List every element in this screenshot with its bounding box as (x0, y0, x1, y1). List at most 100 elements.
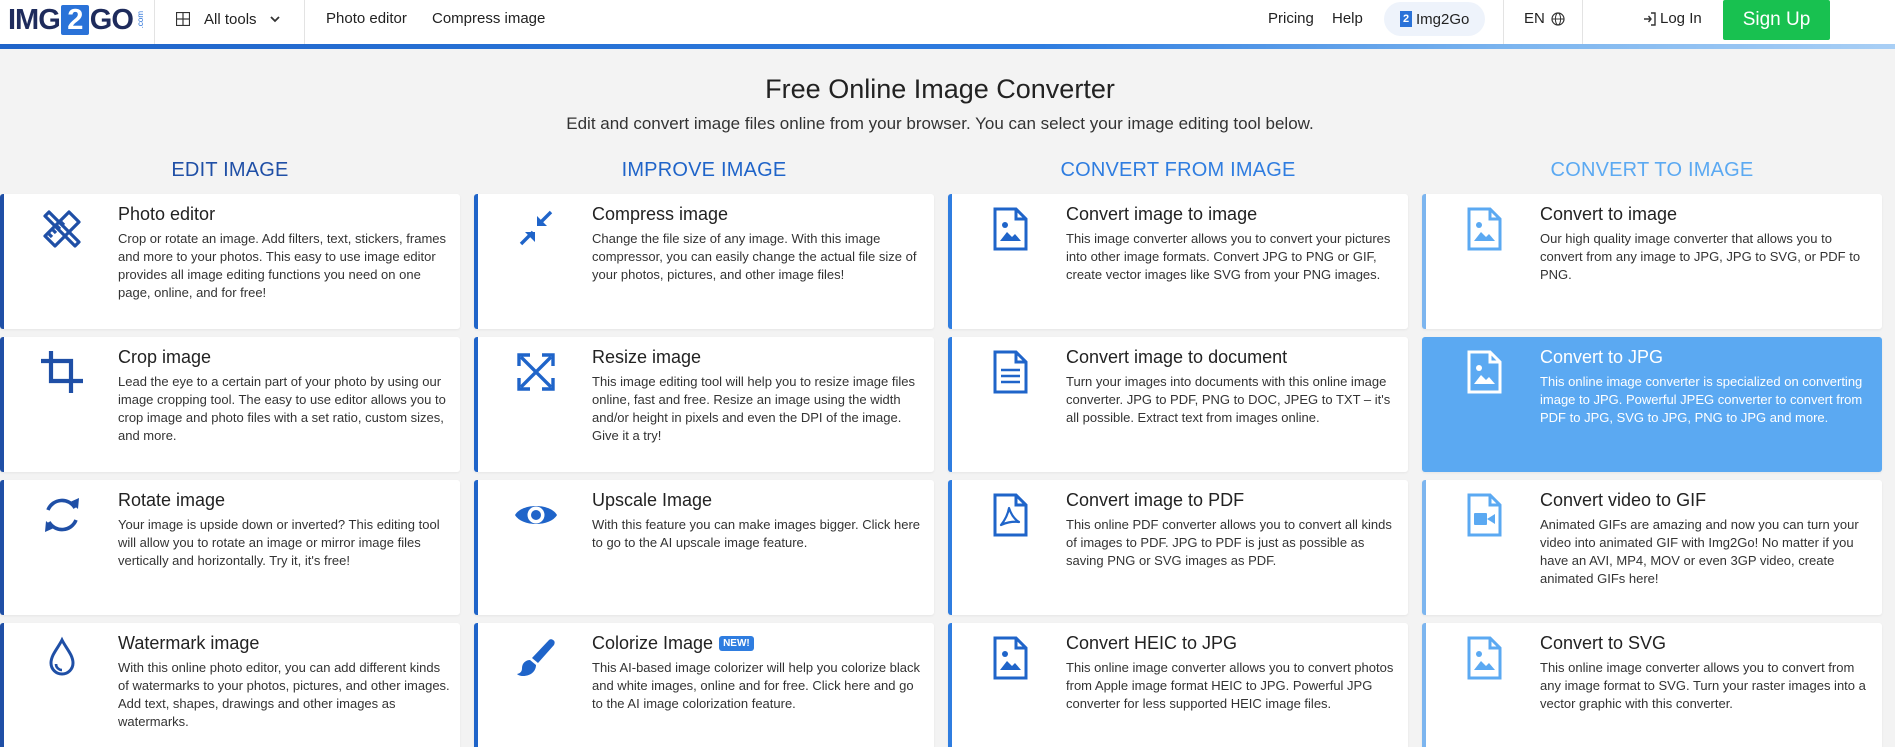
tool-card-title: Rotate image (118, 490, 225, 511)
tool-card-description: With this feature you can make images bi… (592, 517, 921, 550)
tool-card[interactable]: Watermark image With this online photo ed… (0, 623, 460, 747)
divider (1582, 0, 1583, 49)
tool-card-title-text: Resize image (592, 347, 702, 367)
tool-card[interactable]: Convert to SVG This online image converte… (1422, 623, 1882, 747)
tool-card-description: Lead the eye to a certain part of your p… (118, 374, 446, 443)
tool-card-title: Photo editor (118, 204, 215, 225)
tool-card-description: Crop or rotate an image. Add filters, te… (118, 231, 447, 300)
tool-card[interactable]: Crop image Lead the eye to a certain part… (0, 337, 460, 472)
tool-card-title: Convert to image (1540, 204, 1677, 225)
tool-card-title-text: Watermark image (118, 633, 260, 653)
tool-card-title: Convert to SVG (1540, 633, 1666, 654)
pencil-ruler-icon (34, 206, 90, 262)
globe-icon (1551, 11, 1565, 26)
tool-card-description: Animated GIFs are amazing and now you ca… (1540, 517, 1859, 586)
login-link[interactable]: Log In (1643, 10, 1702, 27)
divider (1503, 0, 1504, 49)
tool-card[interactable]: Colorize Image NEW! This AI-based image co… (474, 623, 934, 747)
tool-card-title: Convert to JPG (1540, 347, 1663, 368)
tool-card-title: Convert video to GIF (1540, 490, 1706, 511)
tool-card-title: Colorize Image NEW! (592, 633, 754, 654)
image-file-icon (982, 206, 1038, 262)
tool-card-title: Convert image to PDF (1066, 490, 1244, 511)
nav-link-photo-editor[interactable]: Photo editor (326, 10, 407, 27)
tool-card-title-text: Convert to image (1540, 204, 1678, 224)
column-heading: CONVERT FROM IMAGE (1060, 159, 1296, 181)
nav-link-compress-image[interactable]: Compress image (432, 10, 545, 27)
image-file-icon (1456, 349, 1512, 405)
tool-card[interactable]: Photo editor Crop or rotate an image. Add… (0, 194, 460, 329)
img2go-mini-logo-icon: 2 (1400, 11, 1412, 27)
top-navigation-bar: IMG 2 GO .com All tools Photo editor Compre… (0, 0, 1895, 49)
grid-icon (176, 12, 190, 26)
new-badge: NEW! (719, 636, 754, 651)
logo-text-2: 2 (60, 5, 89, 35)
tool-card[interactable]: Convert image to image This image convert… (948, 194, 1408, 329)
login-arrow-icon (1644, 11, 1656, 26)
header-gradient-bar (0, 44, 1895, 49)
tool-card[interactable]: Compress image Change the file size of an… (474, 194, 934, 329)
column-heading: EDIT IMAGE (171, 159, 289, 181)
tool-card-title: Convert image to image (1066, 204, 1257, 225)
img2go-logo[interactable]: IMG 2 GO .com (8, 4, 145, 36)
tool-card[interactable]: Convert image to PDF This online PDF conv… (948, 480, 1408, 615)
language-selector[interactable]: EN (1524, 10, 1565, 27)
tool-card-description: With this online photo editor, you can a… (118, 660, 450, 729)
tool-card-description: This AI-based image colorizer will help … (592, 660, 921, 711)
tool-card[interactable]: Convert HEIC to JPG This online image con… (948, 623, 1408, 747)
pdf-file-icon (982, 492, 1038, 548)
tool-card-title: Convert image to document (1066, 347, 1287, 368)
language-label: EN (1524, 10, 1545, 27)
video-file-icon (1456, 492, 1512, 548)
crop-icon (34, 349, 90, 405)
tool-card-title: Resize image (592, 347, 701, 368)
img2go-brand-pill[interactable]: 2 Img2Go (1384, 2, 1486, 36)
chevron-down-icon (269, 16, 280, 23)
resize-arrows-icon (508, 349, 564, 405)
logo-suffix: .com (135, 11, 145, 29)
tool-card-description: Turn your images into documents with thi… (1066, 374, 1391, 425)
tool-card[interactable]: Upscale Image With this feature you can m… (474, 480, 934, 615)
tool-card-title-text: Compress image (592, 204, 729, 224)
logo-text-img: IMG (8, 3, 61, 36)
tool-card-description: This online PDF converter allows you to … (1066, 517, 1392, 568)
tool-card-description: Change the file size of any image. With … (592, 231, 917, 282)
eye-icon (508, 492, 564, 548)
tool-card[interactable]: Resize image This image editing tool will… (474, 337, 934, 472)
paintbrush-icon (508, 635, 564, 691)
sign-up-button[interactable]: Sign Up (1723, 0, 1830, 40)
page-subtitle: Edit and convert image files online from… (566, 114, 1314, 133)
tool-card-title: Crop image (118, 347, 211, 368)
tool-card[interactable]: Convert video to GIF Animated GIFs are am… (1422, 480, 1882, 615)
compress-arrows-icon (508, 206, 564, 262)
tool-card[interactable]: Convert image to document Turn your image… (948, 337, 1408, 472)
divider (304, 0, 305, 49)
image-file-icon (1456, 635, 1512, 691)
tool-card-description: This online image converter is specializ… (1540, 374, 1863, 425)
tool-card[interactable]: Convert to image Our high quality image c… (1422, 194, 1882, 329)
tool-card-title: Convert HEIC to JPG (1066, 633, 1237, 654)
page-title: Free Online Image Converter (765, 74, 1115, 104)
tool-card-title-text: Convert image to image (1066, 204, 1258, 224)
tool-card-description: This image editing tool will help you to… (592, 374, 915, 443)
tool-card-description: This image converter allows you to conve… (1066, 231, 1391, 282)
tool-card-title-text: Convert image to PDF (1066, 490, 1245, 510)
tool-card-description: Your image is upside down or inverted? T… (118, 517, 440, 568)
nav-link-pricing[interactable]: Pricing (1268, 10, 1314, 27)
image-file-icon (982, 635, 1038, 691)
tool-card[interactable]: Convert to JPG This online image converte… (1422, 337, 1882, 472)
brand-pill-label: Img2Go (1416, 10, 1470, 28)
divider (154, 0, 155, 49)
nav-link-help[interactable]: Help (1332, 10, 1363, 27)
login-label: Log In (1660, 10, 1702, 27)
logo-text-go: GO (89, 3, 134, 36)
tool-card-title: Compress image (592, 204, 728, 225)
column-heading: CONVERT TO IMAGE (1550, 159, 1754, 181)
tool-card-title-text: Photo editor (118, 204, 216, 224)
tool-card-description: This online image converter allows you t… (1066, 660, 1394, 711)
tool-card[interactable]: Rotate image Your image is upside down or… (0, 480, 460, 615)
column-heading: IMPROVE IMAGE (621, 159, 787, 181)
watermark-drop-icon (34, 635, 90, 691)
tool-card-title-text: Convert image to document (1066, 347, 1288, 367)
all-tools-dropdown[interactable]: All tools (176, 8, 281, 30)
